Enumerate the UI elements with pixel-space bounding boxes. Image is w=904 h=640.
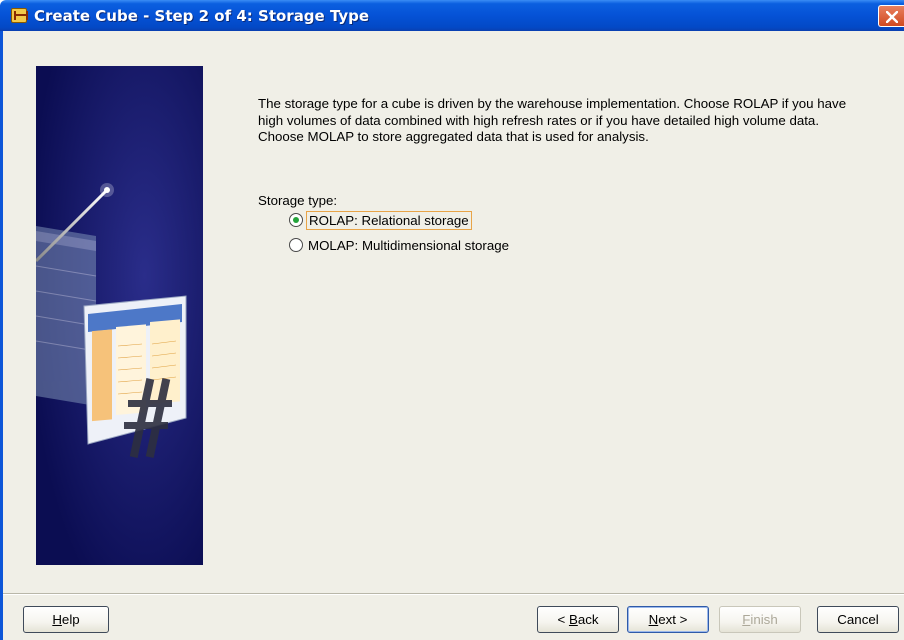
app-icon <box>11 8 28 23</box>
back-button[interactable]: < Back <box>537 606 619 633</box>
radio-button-checked[interactable] <box>289 213 303 227</box>
description-text: The storage type for a cube is driven by… <box>258 96 847 144</box>
window-title: Create Cube - Step 2 of 4: Storage Type <box>34 7 370 25</box>
storage-type-label: Storage type: <box>258 193 338 208</box>
title-bar: Create Cube - Step 2 of 4: Storage Type <box>0 0 904 31</box>
wizard-side-image <box>36 66 203 565</box>
close-button[interactable] <box>878 5 904 27</box>
radio-rolap[interactable]: ROLAP: Relational storage <box>289 210 472 230</box>
help-button[interactable]: Help <box>23 606 109 633</box>
footer-separator <box>3 593 904 595</box>
radio-molap[interactable]: MOLAP: Multidimensional storage <box>289 236 511 254</box>
next-button[interactable]: Next > <box>627 606 709 633</box>
finish-button[interactable]: Finish <box>719 606 801 633</box>
radio-rolap-label[interactable]: ROLAP: Relational storage <box>306 210 472 230</box>
radio-button-unchecked[interactable] <box>289 238 303 252</box>
radio-molap-label[interactable]: MOLAP: Multidimensional storage <box>306 237 511 254</box>
cancel-button[interactable]: Cancel <box>817 606 899 633</box>
close-icon <box>886 11 898 23</box>
